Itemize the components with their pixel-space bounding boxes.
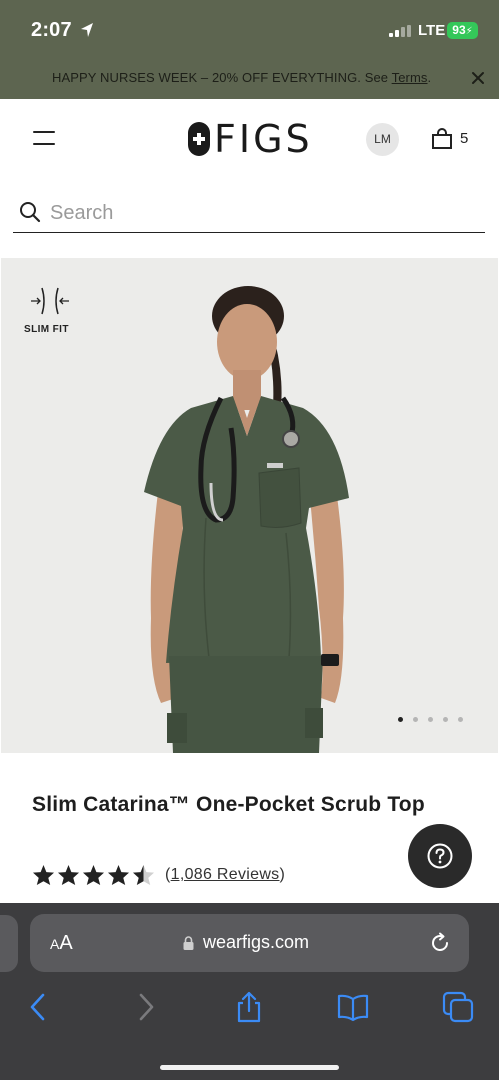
home-indicator[interactable]: [160, 1065, 339, 1070]
hamburger-menu-icon[interactable]: [33, 131, 55, 145]
figs-logo[interactable]: FIGS: [188, 117, 313, 161]
back-arrow-icon[interactable]: [22, 991, 54, 1023]
cart-count: 5: [460, 130, 469, 147]
lock-icon: [183, 936, 194, 950]
previous-tab-preview[interactable]: [0, 915, 18, 972]
site-header: FIGS LM 5: [0, 99, 499, 179]
address-bar[interactable]: AA wearfigs.com: [30, 914, 469, 972]
figs-cross-icon: [188, 122, 210, 156]
carousel-dot[interactable]: [398, 717, 403, 722]
status-bar: 2:07 LTE 93⚡: [0, 0, 499, 58]
reviews-count[interactable]: 1,086 Reviews: [171, 866, 280, 883]
promo-suffix: .: [427, 70, 432, 85]
star-icon: [132, 864, 155, 886]
slim-fit-icon: [31, 287, 69, 315]
star-icon: [107, 864, 130, 886]
browser-nav-bar: [0, 987, 499, 1033]
carousel-dot[interactable]: [443, 717, 448, 722]
reviews-paren-close: ): [279, 866, 286, 883]
share-icon[interactable]: [233, 991, 265, 1023]
status-time: 2:07: [31, 19, 72, 41]
logo-text: FIGS: [214, 117, 313, 161]
reader-options-button[interactable]: AA: [50, 932, 73, 955]
fit-label: SLIM FIT: [24, 324, 69, 335]
carousel-dot[interactable]: [458, 717, 463, 722]
shopping-bag-icon[interactable]: [431, 128, 453, 150]
rating-stars: [32, 864, 155, 886]
battery-icon: 93⚡: [447, 22, 478, 39]
promo-terms-link[interactable]: Terms: [392, 70, 428, 85]
carousel-dots[interactable]: [398, 717, 463, 722]
account-avatar[interactable]: LM: [366, 123, 399, 156]
battery-level: 93: [452, 23, 466, 37]
close-icon[interactable]: [470, 70, 486, 86]
cellular-signal-icon: [389, 25, 413, 37]
help-button[interactable]: [408, 824, 472, 888]
url-text: wearfigs.com: [203, 932, 310, 952]
tabs-icon[interactable]: [442, 991, 474, 1023]
product-image-carousel[interactable]: SLIM FIT: [1, 258, 498, 753]
promo-message: HAPPY NURSES WEEK – 20% OFF EVERYTHING. …: [52, 70, 392, 85]
star-icon: [57, 864, 80, 886]
reviews-link[interactable]: (1,086 Reviews): [165, 866, 285, 884]
star-icon: [32, 864, 55, 886]
search-icon: [20, 202, 41, 223]
product-photo: [144, 286, 349, 753]
location-arrow-icon: [81, 23, 93, 37]
browser-toolbar: AA wearfigs.com: [0, 903, 499, 1080]
search-input[interactable]: [50, 198, 470, 228]
search-bar: [13, 192, 485, 233]
promo-banner: HAPPY NURSES WEEK – 20% OFF EVERYTHING. …: [0, 58, 499, 99]
reload-icon[interactable]: [429, 932, 451, 954]
carousel-dot[interactable]: [413, 717, 418, 722]
carousel-dot[interactable]: [428, 717, 433, 722]
product-rating[interactable]: (1,086 Reviews): [32, 862, 285, 888]
promo-text: HAPPY NURSES WEEK – 20% OFF EVERYTHING. …: [52, 70, 431, 85]
forward-arrow-icon[interactable]: [130, 991, 162, 1023]
product-title: Slim Catarina™ One-Pocket Scrub Top: [32, 793, 425, 816]
question-mark-icon: [427, 843, 453, 869]
bookmarks-icon[interactable]: [337, 991, 369, 1023]
star-icon: [82, 864, 105, 886]
network-type: LTE: [418, 22, 446, 39]
